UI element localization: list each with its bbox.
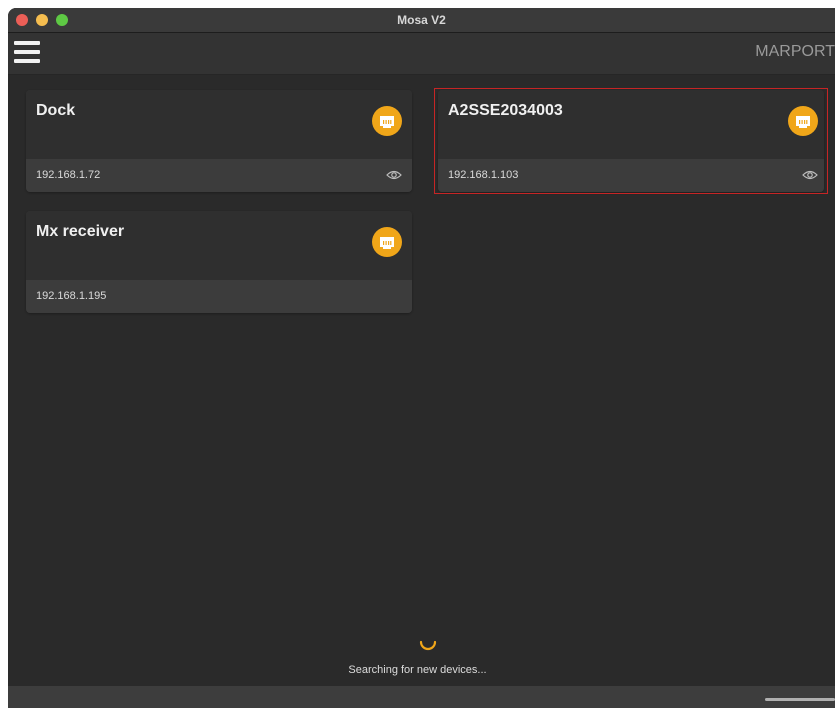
app-window: Mosa V2 MARPORT Dock 192.168.1.72 A2SSE2… — [8, 8, 835, 708]
loading-spinner-icon — [419, 640, 437, 651]
device-card-header: Dock — [26, 90, 412, 159]
device-card-footer: 192.168.1.195 — [26, 280, 412, 313]
device-card-footer: 192.168.1.72 — [26, 159, 412, 192]
title-bar: Mosa V2 — [8, 8, 835, 33]
device-card-a2sse2034003[interactable]: A2SSE2034003 192.168.1.103 — [438, 90, 824, 192]
ethernet-icon — [372, 106, 402, 136]
minimize-window-button[interactable] — [36, 14, 48, 26]
ethernet-icon — [372, 227, 402, 257]
window-controls — [16, 14, 68, 26]
device-name: A2SSE2034003 — [448, 102, 563, 119]
device-card-header: A2SSE2034003 — [438, 90, 824, 159]
device-ip: 192.168.1.103 — [448, 169, 519, 181]
device-name: Mx receiver — [36, 223, 125, 240]
device-name: Dock — [36, 102, 76, 119]
device-card-footer: 192.168.1.103 — [438, 159, 824, 192]
app-header: MARPORT — [8, 33, 835, 75]
device-card-dock[interactable]: Dock 192.168.1.72 — [26, 90, 412, 192]
bottom-bar — [8, 686, 835, 708]
ethernet-icon — [788, 106, 818, 136]
device-ip: 192.168.1.72 — [36, 169, 101, 181]
marport-logo: MARPORT — [755, 43, 835, 60]
maximize-window-button[interactable] — [56, 14, 68, 26]
window-title: Mosa V2 — [397, 13, 446, 27]
eye-icon[interactable] — [802, 168, 818, 182]
device-card-header: Mx receiver — [26, 211, 412, 280]
scroll-handle[interactable] — [765, 698, 835, 701]
device-ip: 192.168.1.195 — [36, 290, 107, 302]
device-card-mx-receiver[interactable]: Mx receiver 192.168.1.195 — [26, 211, 412, 313]
eye-icon[interactable] — [386, 168, 402, 182]
search-status-text: Searching for new devices... — [348, 664, 487, 676]
hamburger-menu-icon[interactable] — [14, 41, 40, 65]
close-window-button[interactable] — [16, 14, 28, 26]
